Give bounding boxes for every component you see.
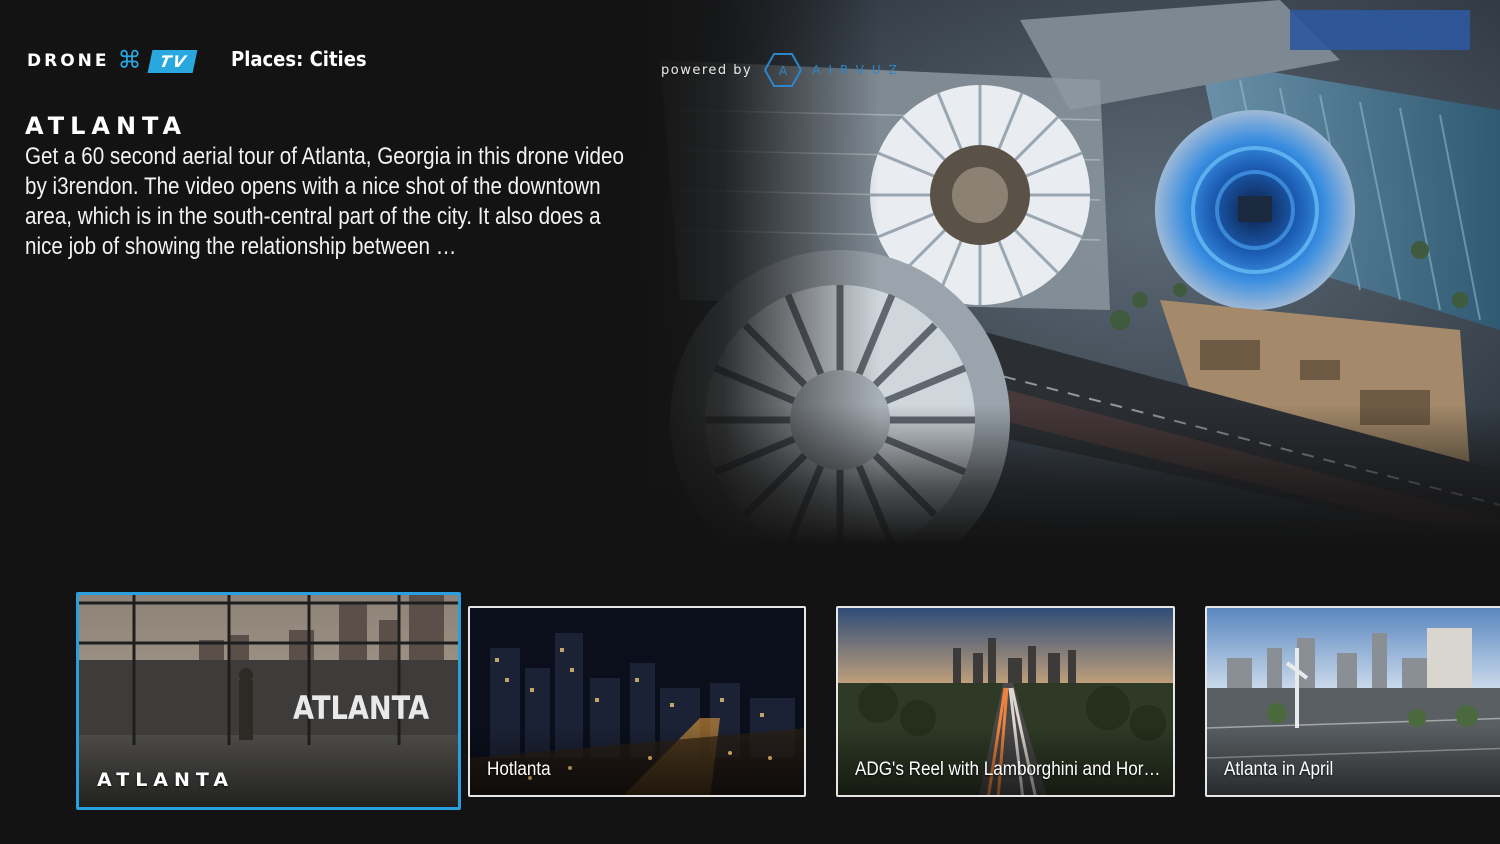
- command-icon: ⌘: [117, 47, 142, 74]
- category-title: Places: Cities: [231, 47, 367, 71]
- powered-by: powered by A AIRVUZ: [661, 52, 905, 88]
- thumbnail-label: Hotlanta: [487, 759, 551, 780]
- logo-word: DRONE: [27, 51, 110, 71]
- thumbnail-overlay-text: ATLANTA: [293, 689, 430, 727]
- logo-tv-badge: TV: [147, 49, 198, 73]
- thumbnail-label: Atlanta in April: [1224, 759, 1334, 780]
- svg-text:A: A: [779, 64, 788, 78]
- dronetv-logo: DRONE ⌘ TV: [27, 47, 198, 75]
- app-screen: DRONE ⌘ TV Places: Cities powered by A A…: [0, 0, 1500, 844]
- airvuz-hexagon-icon: A: [764, 53, 803, 87]
- video-description: Get a 60 second aerial tour of Atlanta, …: [25, 143, 624, 260]
- thumbnail-card-atlanta-in-april[interactable]: Atlanta in April: [1205, 606, 1500, 797]
- powered-by-label: powered by: [661, 62, 753, 78]
- thumbnail-label: ATLANTA: [97, 769, 235, 791]
- video-title: ATLANTA: [25, 112, 188, 140]
- thumbnail-card-hotlanta[interactable]: Hotlanta: [468, 606, 806, 797]
- thumbnail-label: ADG's Reel with Lamborghini and Hor…: [855, 759, 1161, 780]
- thumbnail-card-adg-reel[interactable]: ADG's Reel with Lamborghini and Hor…: [836, 606, 1175, 797]
- airvuz-wordmark: AIRVUZ: [812, 63, 905, 77]
- thumbnail-card-atlanta[interactable]: ATLANTA ATLANTA: [76, 592, 461, 810]
- hero-fade-bottom: [640, 405, 1500, 545]
- airvuz-logo: A AIRVUZ: [764, 52, 904, 88]
